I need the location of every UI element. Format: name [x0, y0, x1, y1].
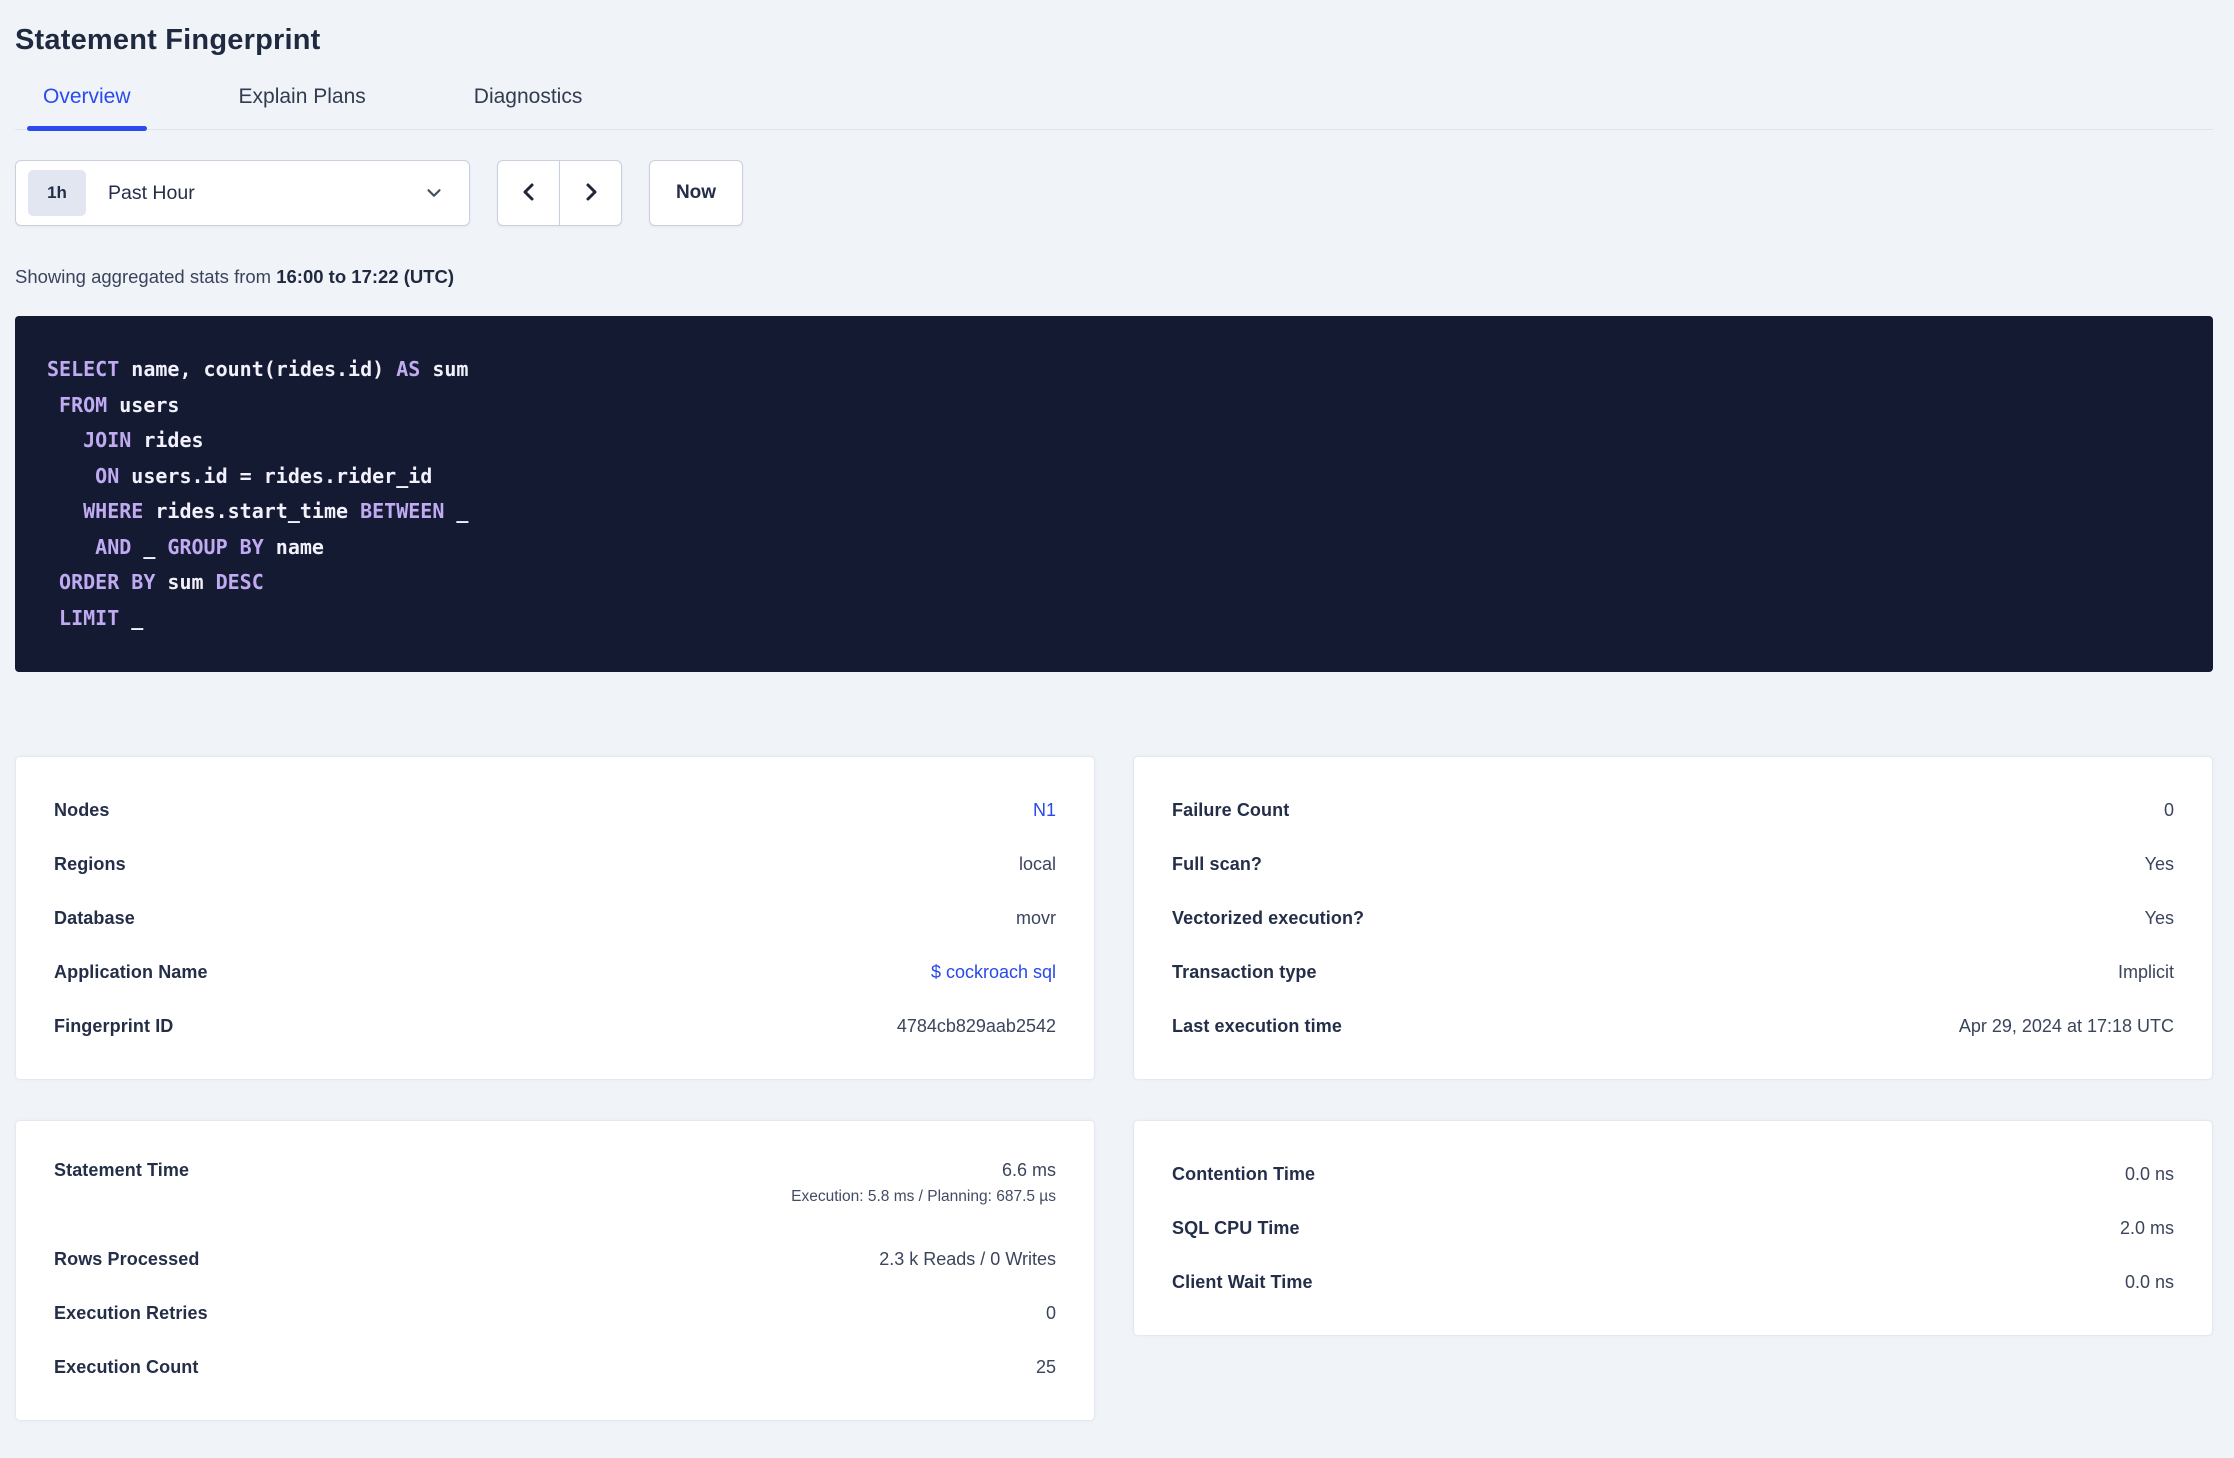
time-range-label: Past Hour: [108, 181, 195, 204]
row-full-scan: Full scan? Yes: [1172, 837, 2174, 891]
last-execution-time-value: Apr 29, 2024 at 17:18 UTC: [1958, 1015, 2174, 1036]
row-contention-time: Contention Time 0.0 ns: [1172, 1147, 2174, 1201]
now-button[interactable]: Now: [649, 160, 743, 226]
sql-statement-box: SELECT name, count(rides.id) AS sum FROM…: [15, 316, 2213, 672]
time-step-buttons: [497, 160, 622, 226]
transaction-type-label: Transaction type: [1172, 961, 1317, 982]
statement-fingerprint-page: Statement Fingerprint Overview Explain P…: [15, 24, 2213, 1421]
database-label: Database: [54, 907, 135, 928]
stat-cards: Nodes N1 Regions local Database movr App…: [15, 756, 2213, 1421]
failure-count-value: 0: [2163, 799, 2174, 820]
nodes-link[interactable]: N1: [1033, 800, 1056, 821]
row-database: Database movr: [54, 891, 1056, 945]
sql-statement: SELECT name, count(rides.id) AS sum FROM…: [47, 357, 469, 630]
client-wait-time-label: Client Wait Time: [1172, 1271, 1313, 1292]
statement-time-label: Statement Time: [54, 1160, 190, 1180]
row-fingerprint-id: Fingerprint ID 4784cb829aab2542: [54, 999, 1056, 1053]
statement-time-value: 6.6 ms: [1001, 1160, 1056, 1180]
sql-cpu-time-label: SQL CPU Time: [1172, 1217, 1300, 1238]
regions-value: local: [1018, 853, 1056, 874]
row-transaction-type: Transaction type Implicit: [1172, 945, 2174, 999]
row-execution-retries: Execution Retries 0: [54, 1286, 1056, 1340]
application-name-label: Application Name: [54, 961, 208, 982]
database-value: movr: [1016, 907, 1056, 928]
time-range-dropdown[interactable]: 1h Past Hour: [15, 160, 470, 226]
contention-time-value: 0.0 ns: [2124, 1163, 2174, 1184]
full-scan-value: Yes: [2144, 853, 2174, 874]
time-controls: 1h Past Hour Now: [15, 160, 2213, 226]
tab-explain-plans[interactable]: Explain Plans: [237, 85, 368, 129]
aggregation-range-prefix: Showing aggregated stats from: [15, 266, 277, 287]
fingerprint-id-value: 4784cb829aab2542: [896, 1015, 1056, 1036]
fingerprint-id-label: Fingerprint ID: [54, 1015, 174, 1036]
execution-retries-value: 0: [1045, 1302, 1056, 1323]
execution-attributes-card: Failure Count 0 Full scan? Yes Vectorize…: [1133, 756, 2213, 1080]
wait-timing-card: Contention Time 0.0 ns SQL CPU Time 2.0 …: [1133, 1120, 2213, 1336]
page-title: Statement Fingerprint: [15, 24, 321, 56]
row-rows-processed: Rows Processed 2.3 k Reads / 0 Writes: [54, 1232, 1056, 1286]
statement-timing-card: Statement Time 6.6 ms Execution: 5.8 ms …: [15, 1120, 1095, 1421]
execution-count-value: 25: [1035, 1356, 1056, 1377]
row-last-execution-time: Last execution time Apr 29, 2024 at 17:1…: [1172, 999, 2174, 1053]
row-statement-time: Statement Time 6.6 ms Execution: 5.8 ms …: [54, 1147, 1056, 1232]
last-execution-time-label: Last execution time: [1172, 1015, 1342, 1036]
row-execution-count: Execution Count 25: [54, 1340, 1056, 1394]
aggregation-range-value: 16:00 to 17:22 (UTC): [276, 266, 455, 287]
application-name-link[interactable]: $ cockroach sql: [931, 962, 1056, 983]
rows-processed-label: Rows Processed: [54, 1248, 200, 1269]
previous-time-button[interactable]: [497, 160, 560, 226]
vectorized-execution-value: Yes: [2144, 907, 2174, 928]
client-wait-time-value: 0.0 ns: [2124, 1271, 2174, 1292]
tab-diagnostics[interactable]: Diagnostics: [472, 85, 585, 129]
sql-cpu-time-value: 2.0 ms: [2119, 1217, 2174, 1238]
statement-time-breakdown: Execution: 5.8 ms / Planning: 687.5 µs: [791, 1188, 1056, 1205]
row-sql-cpu-time: SQL CPU Time 2.0 ms: [1172, 1201, 2174, 1255]
failure-count-label: Failure Count: [1172, 799, 1290, 820]
row-vectorized-execution: Vectorized execution? Yes: [1172, 891, 2174, 945]
transaction-type-value: Implicit: [2117, 961, 2174, 982]
time-range-badge: 1h: [28, 170, 86, 216]
row-nodes: Nodes N1: [54, 783, 1056, 837]
nodes-label: Nodes: [54, 799, 110, 820]
rows-processed-value: 2.3 k Reads / 0 Writes: [879, 1248, 1056, 1269]
chevron-down-icon: [423, 182, 445, 204]
contention-time-label: Contention Time: [1172, 1163, 1316, 1184]
chevron-right-icon: [578, 179, 604, 208]
chevron-left-icon: [516, 179, 542, 208]
overview-details-card: Nodes N1 Regions local Database movr App…: [15, 756, 1095, 1080]
row-client-wait-time: Client Wait Time 0.0 ns: [1172, 1255, 2174, 1309]
next-time-button[interactable]: [559, 160, 622, 226]
tab-bar: Overview Explain Plans Diagnostics: [15, 85, 2213, 131]
vectorized-execution-label: Vectorized execution?: [1172, 907, 1365, 928]
regions-label: Regions: [54, 853, 126, 874]
execution-retries-label: Execution Retries: [54, 1302, 208, 1323]
full-scan-label: Full scan?: [1172, 853, 1263, 874]
row-regions: Regions local: [54, 837, 1056, 891]
row-application-name: Application Name $ cockroach sql: [54, 945, 1056, 999]
row-failure-count: Failure Count 0: [1172, 783, 2174, 837]
tab-overview[interactable]: Overview: [27, 85, 146, 131]
aggregation-range-text: Showing aggregated stats from 16:00 to 1…: [15, 266, 2213, 288]
execution-count-label: Execution Count: [54, 1356, 199, 1377]
